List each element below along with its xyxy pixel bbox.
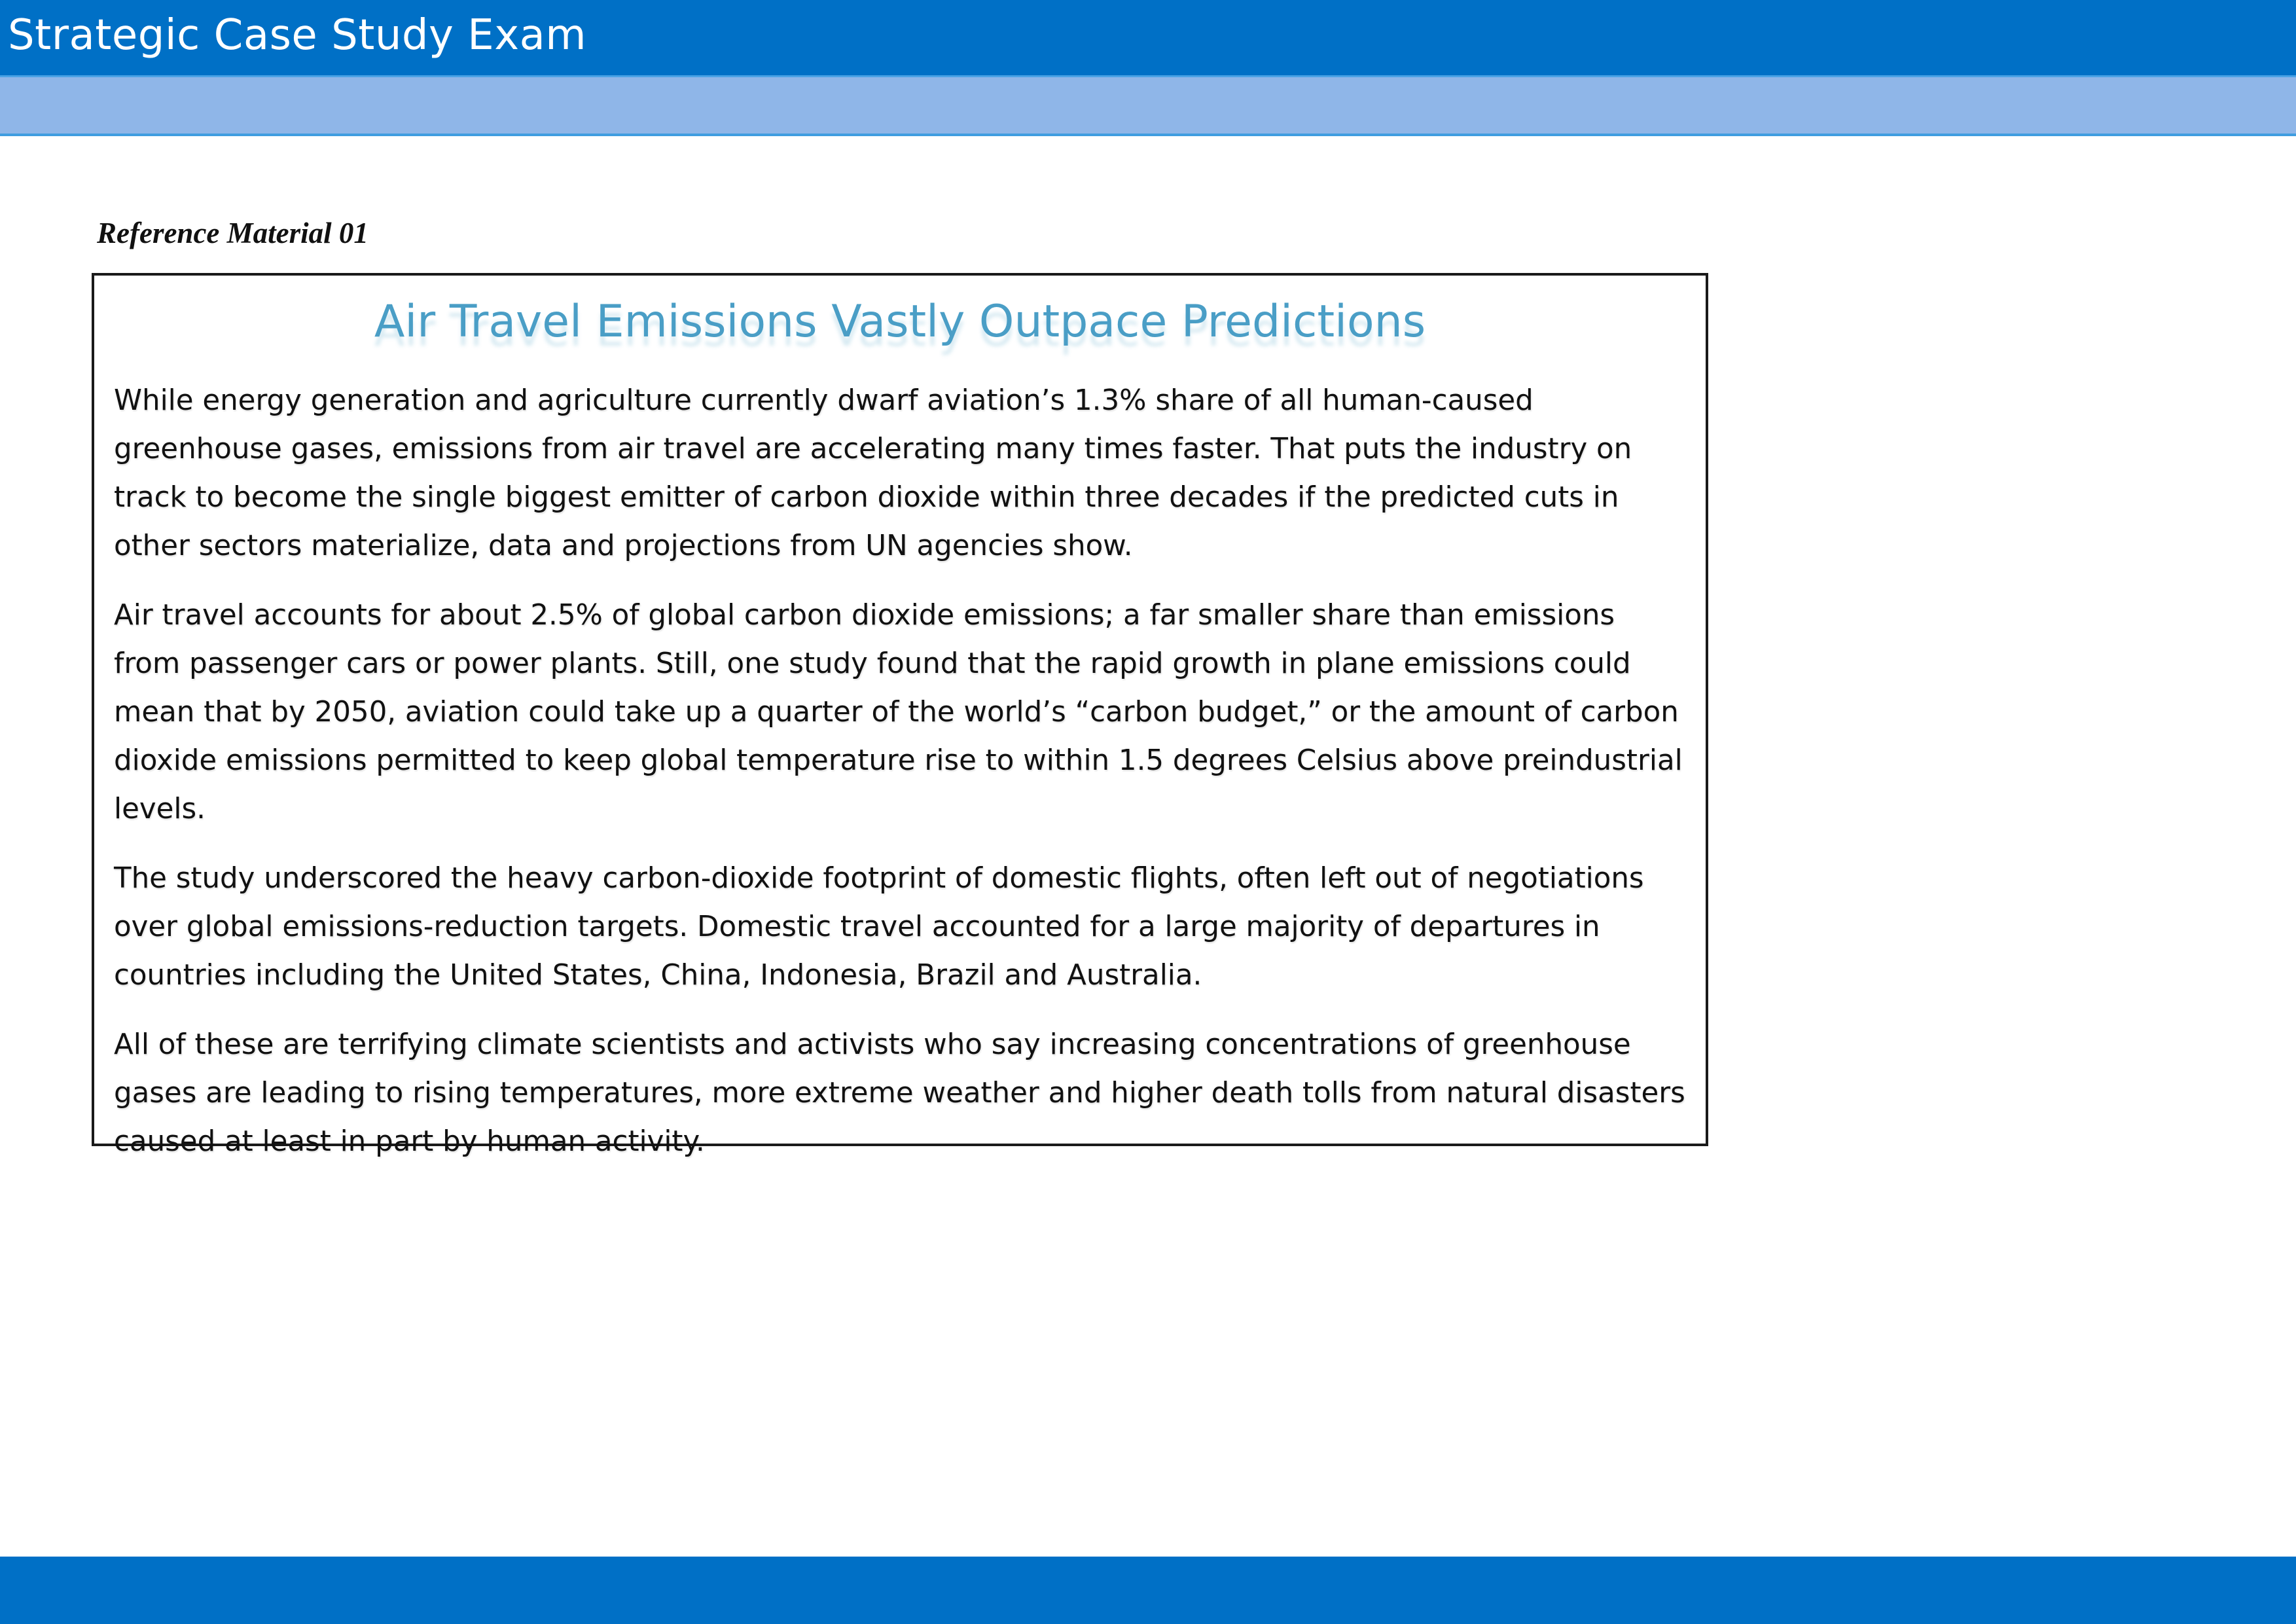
subheader-bar xyxy=(0,77,2296,136)
article-paragraph-2: Air travel accounts for about 2.5% of gl… xyxy=(114,598,1683,825)
article-title: Air Travel Emissions Vastly Outpace Pred… xyxy=(374,296,1426,348)
reference-material-label: Reference Material 01 xyxy=(97,217,368,249)
article-box: Air Travel Emissions Vastly Outpace Pred… xyxy=(92,273,1708,1158)
article-paragraph-3: The study underscored the heavy carbon-d… xyxy=(114,861,1644,992)
article-paragraph-4: All of these are terrifying climate scie… xyxy=(114,1028,1685,1158)
article-body: While energy generation and agriculture … xyxy=(114,376,1686,1166)
article-paragraph-1: While energy generation and agriculture … xyxy=(114,384,1632,562)
header-bar: Strategic Case Study Exam xyxy=(0,0,2296,77)
header-title: Strategic Case Study Exam xyxy=(8,11,587,60)
footer-bar xyxy=(0,1557,2296,1624)
